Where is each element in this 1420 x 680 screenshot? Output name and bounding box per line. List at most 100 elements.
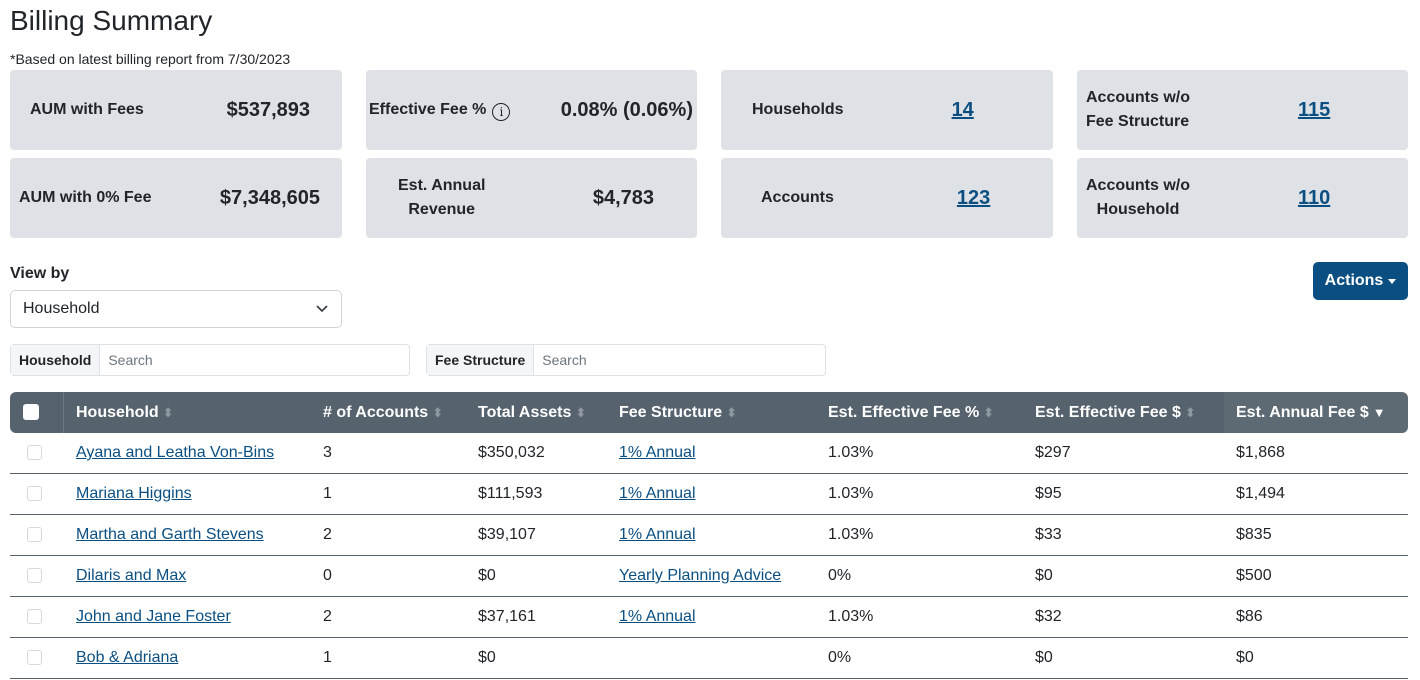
eff-fee-pct-cell: 1.03% xyxy=(816,433,1023,474)
households-count-link[interactable]: 14 xyxy=(952,99,974,122)
row-checkbox[interactable] xyxy=(27,609,42,625)
annual-fee-cell: $1,868 xyxy=(1224,433,1408,474)
household-cell: Bob & Adriana xyxy=(64,638,311,679)
sort-icon: ⬍ xyxy=(162,404,174,420)
household-cell: John and Jane Foster xyxy=(64,597,311,638)
card-label: AUM with 0% Fee xyxy=(19,189,152,206)
card-label: AUM with Fees xyxy=(30,101,144,118)
table-row: Martha and Garth Stevens 2 $39,107 1% Annua… xyxy=(10,515,1408,556)
card-label-line2: Household xyxy=(1096,201,1180,218)
accounts-cell: 1 xyxy=(311,638,466,679)
column-header-annual-fee[interactable]: Est. Annual Fee $ ▼ xyxy=(1224,392,1408,433)
total-assets-cell: $111,593 xyxy=(466,474,607,515)
caret-down-icon xyxy=(1388,278,1397,284)
household-filter-label: Household xyxy=(11,345,101,375)
fee-structure-search-input[interactable] xyxy=(534,345,825,375)
eff-fee-usd-cell: $33 xyxy=(1023,515,1224,556)
info-circle-icon[interactable]: i xyxy=(492,103,511,121)
accounts-cell: 2 xyxy=(311,515,466,556)
eff-fee-pct-cell: 1.03% xyxy=(816,597,1023,638)
card-effective-fee: Effective Fee % i 0.08% (0.06%) xyxy=(366,70,697,150)
card-aum-with-fees: AUM with Fees $537,893 xyxy=(10,70,342,150)
fee-structure-cell: 1% Annual xyxy=(607,433,816,474)
household-filter: Household xyxy=(10,344,410,376)
row-select-cell xyxy=(10,474,64,515)
row-checkbox[interactable] xyxy=(27,568,42,584)
card-aum-zero-fee: AUM with 0% Fee $7,348,605 xyxy=(10,158,342,238)
view-by-label: View by xyxy=(10,265,70,282)
select-all-checkbox[interactable] xyxy=(23,404,39,421)
view-by-select[interactable]: Household xyxy=(10,290,342,328)
eff-fee-usd-cell: $0 xyxy=(1023,638,1224,679)
table-header-row: Household ⬍ # of Accounts ⬍ Total Assets ⬍ … xyxy=(10,392,1408,433)
column-label: Household xyxy=(76,403,159,421)
card-value: $4,783 xyxy=(592,186,654,209)
column-header-eff-fee-pct[interactable]: Est. Effective Fee % ⬍ xyxy=(816,392,1023,433)
annual-fee-cell: $1,494 xyxy=(1224,474,1408,515)
fee-structure-link[interactable]: 1% Annual xyxy=(619,526,696,543)
row-checkbox[interactable] xyxy=(27,650,42,666)
row-select-cell xyxy=(10,433,64,474)
card-value: 0.08% (0.06%) xyxy=(560,98,693,121)
sort-desc-icon: ▼ xyxy=(1372,404,1386,420)
card-label: Households xyxy=(752,101,844,118)
view-by-selected-value: Household xyxy=(23,300,100,317)
column-header-fee-structure[interactable]: Fee Structure ⬍ xyxy=(607,392,816,433)
table-row: Mariana Higgins 1 $111,593 1% Annual 1.03% $9… xyxy=(10,474,1408,515)
household-link[interactable]: Ayana and Leatha Von-Bins xyxy=(76,444,274,461)
table-body: Ayana and Leatha Von-Bins 3 $350,032 1% Ann… xyxy=(10,433,1408,679)
table-row: Dilaris and Max 0 $0 Yearly Planning Advice… xyxy=(10,556,1408,597)
column-header-total-assets[interactable]: Total Assets ⬍ xyxy=(466,392,607,433)
column-label: Total Assets xyxy=(478,403,572,421)
actions-button[interactable]: Actions xyxy=(1313,262,1408,300)
fee-structure-link[interactable]: 1% Annual xyxy=(619,444,696,461)
eff-fee-pct-cell: 1.03% xyxy=(816,515,1023,556)
eff-fee-usd-cell: $297 xyxy=(1023,433,1224,474)
card-label-line2: Revenue xyxy=(408,201,476,218)
fee-structure-link[interactable]: 1% Annual xyxy=(619,608,696,625)
sort-icon: ⬍ xyxy=(983,404,995,420)
card-label-line1: Est. Annual xyxy=(398,177,486,194)
total-assets-cell: $37,161 xyxy=(466,597,607,638)
household-link[interactable]: John and Jane Foster xyxy=(76,608,231,625)
household-search-input[interactable] xyxy=(100,345,409,375)
accounts-wo-household-link[interactable]: 110 xyxy=(1298,187,1330,210)
row-checkbox[interactable] xyxy=(27,486,42,502)
row-select-cell xyxy=(10,556,64,597)
column-header-accounts[interactable]: # of Accounts ⬍ xyxy=(311,392,466,433)
actions-label: Actions xyxy=(1324,272,1384,289)
card-label: Accounts w/o Fee Structure xyxy=(1086,86,1190,134)
total-assets-cell: $0 xyxy=(466,638,607,679)
eff-fee-pct-cell: 0% xyxy=(816,556,1023,597)
row-checkbox[interactable] xyxy=(27,527,42,543)
accounts-wo-fee-link[interactable]: 115 xyxy=(1298,99,1330,122)
card-est-annual-revenue: Est. Annual Revenue $4,783 xyxy=(366,158,697,238)
annual-fee-cell: $0 xyxy=(1224,638,1408,679)
household-link[interactable]: Bob & Adriana xyxy=(76,649,178,666)
household-cell: Martha and Garth Stevens xyxy=(64,515,311,556)
row-checkbox[interactable] xyxy=(27,445,42,461)
eff-fee-pct-cell: 1.03% xyxy=(816,474,1023,515)
column-label: Est. Effective Fee $ xyxy=(1035,403,1181,421)
card-label-line1: Accounts w/o xyxy=(1086,177,1191,194)
household-cell: Ayana and Leatha Von-Bins xyxy=(64,433,311,474)
fee-structure-link[interactable]: Yearly Planning Advice xyxy=(619,567,781,584)
report-date-note: *Based on latest billing report from 7/3… xyxy=(10,51,291,67)
fee-structure-cell xyxy=(607,638,816,679)
card-label: Effective Fee % i xyxy=(369,98,511,122)
total-assets-cell: $350,032 xyxy=(466,433,607,474)
household-link[interactable]: Dilaris and Max xyxy=(76,567,186,584)
sort-icon: ⬍ xyxy=(726,404,738,420)
row-select-cell xyxy=(10,638,64,679)
household-link[interactable]: Mariana Higgins xyxy=(76,485,192,502)
accounts-count-link[interactable]: 123 xyxy=(957,187,990,210)
column-header-eff-fee-usd[interactable]: Est. Effective Fee $ ⬍ xyxy=(1023,392,1224,433)
fee-structure-link[interactable]: 1% Annual xyxy=(619,485,696,502)
billing-table: Household ⬍ # of Accounts ⬍ Total Assets ⬍ … xyxy=(10,392,1408,679)
column-label: Est. Annual Fee $ xyxy=(1236,403,1369,421)
household-link[interactable]: Martha and Garth Stevens xyxy=(76,526,264,543)
annual-fee-cell: $86 xyxy=(1224,597,1408,638)
column-header-household[interactable]: Household ⬍ xyxy=(64,392,311,433)
card-value: $537,893 xyxy=(226,98,310,121)
fee-structure-cell: 1% Annual xyxy=(607,515,816,556)
